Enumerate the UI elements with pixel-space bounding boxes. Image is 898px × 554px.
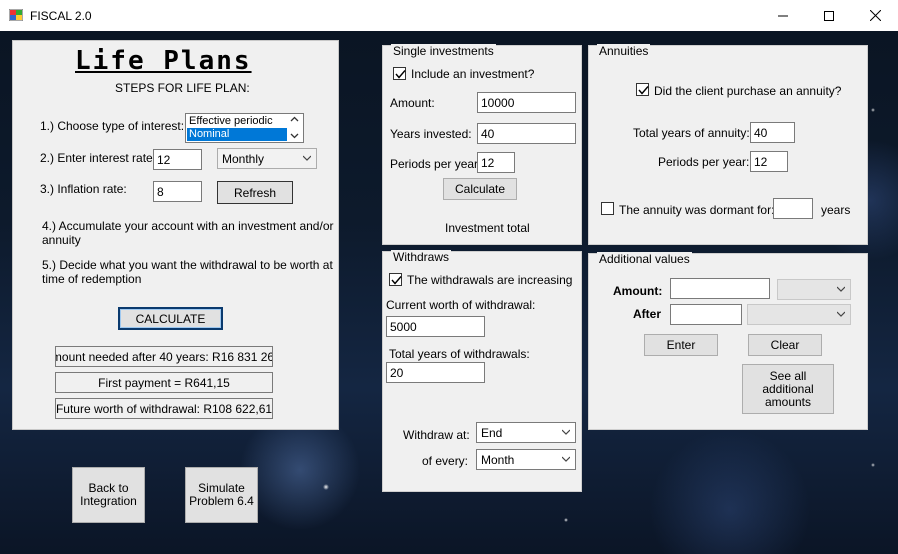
maximize-icon (824, 10, 834, 21)
step4-line1: 4.) Accumulate your account with an inve… (42, 219, 334, 233)
periods-per-year-label: Periods per year: (390, 157, 482, 171)
annuity-total-years-input[interactable]: 40 (750, 122, 795, 143)
additional-after-select[interactable] (747, 304, 851, 325)
investment-periods-input[interactable]: 12 (477, 152, 515, 173)
annuities-group: Annuities Did the client purchase an ann… (588, 44, 868, 245)
interest-type-listbox[interactable]: Effective periodic Nominal (185, 113, 304, 143)
listbox-item-nominal[interactable]: Nominal (187, 128, 287, 141)
life-plans-panel: Life Plans STEPS FOR LIFE PLAN: 1.) Choo… (12, 40, 339, 430)
see-all-line3: amounts (764, 394, 812, 409)
checkmark-icon (395, 70, 406, 79)
step2-label: 2.) Enter interest rate: (40, 151, 157, 165)
see-all-amounts-button[interactable]: See all additional amounts (742, 364, 834, 414)
scroll-down-icon[interactable] (290, 133, 299, 139)
single-investments-group: Single investments Include an investment… (382, 44, 582, 245)
investment-calculate-button[interactable]: Calculate (443, 178, 517, 200)
annuity-dormant-input[interactable] (773, 198, 813, 219)
chevron-down-icon (837, 311, 845, 317)
withdrawals-increasing-checkbox[interactable] (389, 273, 402, 286)
clear-button[interactable]: Clear (748, 334, 822, 356)
step5-line1: 5.) Decide what you want the withdrawal … (42, 258, 333, 272)
withdraw-at-select[interactable]: End (476, 422, 576, 443)
chevron-down-icon (562, 456, 570, 462)
close-button[interactable] (852, 0, 898, 31)
of-every-label: of every: (422, 454, 469, 468)
annuity-total-years-label: Total years of annuity: (633, 126, 750, 140)
annuity-dormant-checkbox[interactable] (601, 202, 614, 215)
additional-after-label: After (633, 307, 662, 321)
checkmark-icon (638, 86, 649, 95)
chevron-down-icon (303, 155, 311, 161)
years-invested-label: Years invested: (390, 127, 472, 141)
single-investments-title: Single investments (391, 44, 496, 58)
refresh-button[interactable]: Refresh (217, 181, 293, 204)
enter-button[interactable]: Enter (644, 334, 718, 356)
additional-values-title: Additional values (597, 252, 692, 266)
back-line2: Integration (80, 494, 137, 508)
see-all-line2: additional (762, 381, 814, 396)
close-icon (869, 10, 881, 21)
years-suffix-label: years (821, 203, 851, 217)
step1-label: 1.) Choose type of interest: (40, 119, 185, 133)
inflation-rate-input[interactable]: 8 (153, 181, 202, 202)
additional-amount-select[interactable] (777, 279, 851, 300)
see-all-line1: See all (769, 368, 807, 383)
life-plans-heading: Life Plans (75, 46, 252, 76)
additional-amount-label: Amount: (613, 284, 663, 298)
annuity-purchase-checkbox[interactable] (636, 83, 649, 96)
of-every-select[interactable]: Month (476, 449, 576, 470)
back-to-integration-button[interactable]: Back to Integration (72, 467, 145, 523)
simulate-problem-button[interactable]: Simulate Problem 6.4 (185, 467, 258, 523)
simulate-line2: Problem 6.4 (189, 494, 254, 508)
withdraws-title: Withdraws (391, 250, 452, 264)
investment-total-label: Investment total (445, 221, 530, 235)
maximize-button[interactable] (806, 0, 852, 31)
withdraw-at-value: End (481, 426, 503, 440)
window-title: FISCAL 2.0 (30, 9, 92, 23)
current-worth-input[interactable]: 5000 (386, 316, 485, 337)
interest-rate-input[interactable]: 12 (153, 149, 202, 170)
annuities-title: Annuities (597, 44, 651, 58)
amount-label: Amount: (390, 96, 435, 110)
additional-after-input[interactable] (670, 304, 742, 325)
withdraw-at-label: Withdraw at: (403, 428, 470, 442)
additional-values-group: Additional values Amount: After Enter Cl… (588, 252, 868, 430)
chevron-down-icon (837, 286, 845, 292)
withdrawals-increasing-label: The withdrawals are increasing (407, 273, 573, 287)
additional-amount-input[interactable] (670, 278, 770, 299)
investment-amount-input[interactable]: 10000 (477, 92, 576, 113)
annuity-periods-input[interactable]: 12 (750, 151, 788, 172)
step3-label: 3.) Inflation rate: (40, 182, 127, 196)
include-investment-checkbox[interactable] (393, 67, 406, 80)
title-bar: FISCAL 2.0 (0, 0, 898, 31)
listbox-item-effective[interactable]: Effective periodic (187, 115, 287, 128)
current-worth-label: Current worth of withdrawal: (386, 298, 536, 312)
total-years-withdrawals-label: Total years of withdrawals: (389, 347, 530, 361)
checkmark-icon (391, 276, 402, 285)
period-select[interactable]: Monthly (217, 148, 317, 169)
minimize-icon (778, 15, 788, 16)
first-payment-output: First payment = R641,15 (55, 372, 273, 393)
chevron-down-icon (562, 429, 570, 435)
total-years-withdrawals-input[interactable]: 20 (386, 362, 485, 383)
annuity-purchase-label: Did the client purchase an annuity? (654, 84, 842, 98)
step5-line2: time of redemption (42, 272, 142, 286)
annuity-periods-label: Periods per year: (658, 155, 750, 169)
steps-subheading: STEPS FOR LIFE PLAN: (115, 81, 250, 95)
include-investment-label: Include an investment? (411, 67, 535, 81)
scroll-up-icon[interactable] (290, 116, 299, 122)
minimize-button[interactable] (760, 0, 806, 31)
years-invested-input[interactable]: 40 (477, 123, 576, 144)
step4-line2: annuity (42, 233, 81, 247)
annuity-dormant-label: The annuity was dormant for: (619, 203, 775, 217)
amount-needed-output: Amount needed after 40 years: R16 831 26… (55, 346, 273, 367)
withdraws-group: Withdraws The withdrawals are increasing… (382, 250, 582, 492)
of-every-value: Month (481, 453, 515, 467)
calculate-button[interactable]: CALCULATE (118, 307, 223, 330)
app-icon (9, 9, 23, 21)
period-select-value: Monthly (222, 152, 265, 166)
future-worth-output: Future worth of withdrawal: R108 622,61 (55, 398, 273, 419)
